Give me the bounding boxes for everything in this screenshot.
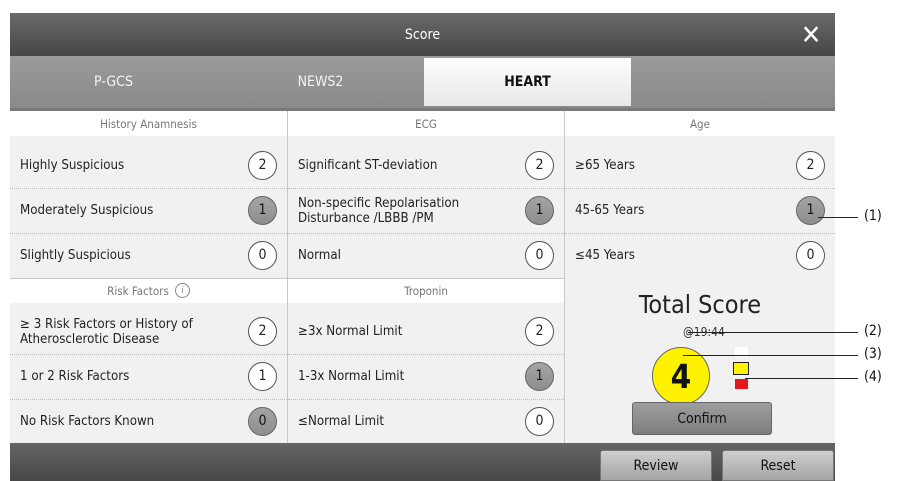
confirm-button[interactable]: Confirm	[632, 402, 772, 435]
tab-heart[interactable]: HEART	[424, 58, 631, 106]
option-label: 45-65 Years	[575, 203, 645, 218]
option-label: No Risk Factors Known	[20, 414, 155, 429]
reset-button[interactable]: Reset	[722, 450, 834, 481]
history-option-moderately[interactable]: Moderately Suspicious 1	[10, 188, 287, 234]
section-risk-title: Risk Factors	[107, 283, 169, 298]
total-score-title: Total Score	[638, 290, 762, 319]
option-label: Normal	[298, 248, 341, 263]
troponin-option-3x[interactable]: ≥3x Normal Limit 2	[288, 309, 564, 355]
callout-label-2: (2)	[864, 323, 882, 339]
score-circle[interactable]: 1	[248, 362, 277, 391]
risk-option-3plus[interactable]: ≥ 3 Risk Factors or History of Atheroscl…	[10, 309, 287, 355]
score-circle[interactable]: 2	[796, 151, 825, 180]
option-label: ≥3x Normal Limit	[298, 324, 403, 339]
tab-p-gcs[interactable]: P-GCS	[10, 58, 217, 106]
score-circle[interactable]: 2	[248, 151, 277, 180]
score-grid: History Anamnesis Highly Suspicious 2 Mo…	[10, 111, 835, 443]
score-circle[interactable]: 0	[525, 241, 554, 270]
ecg-option-st-deviation[interactable]: Significant ST-deviation 2	[288, 143, 564, 189]
score-circle[interactable]: 0	[248, 241, 277, 270]
option-label: 1-3x Normal Limit	[298, 369, 405, 384]
score-circle-selected[interactable]: 0	[248, 407, 277, 436]
score-circle[interactable]: 2	[525, 317, 554, 346]
section-troponin-header: Troponin	[288, 278, 564, 303]
callout-label-1: (1)	[864, 208, 882, 224]
score-circle-selected[interactable]: 1	[525, 362, 554, 391]
option-label: Significant ST-deviation	[298, 158, 438, 173]
total-score-panel: Total Score @19:44 4 Confirm	[565, 278, 835, 443]
age-option-45-65[interactable]: 45-65 Years 1	[565, 188, 835, 234]
info-icon[interactable]: i	[174, 283, 190, 298]
risk-option-none[interactable]: No Risk Factors Known 0	[10, 399, 287, 444]
tab-bar: P-GCS NEWS2 HEART	[10, 56, 835, 108]
option-label: Non-specific Repolarisation Disturbance …	[298, 195, 460, 226]
section-age-header: Age	[565, 111, 835, 136]
score-circle-selected[interactable]: 1	[796, 196, 825, 225]
ecg-option-normal[interactable]: Normal 0	[288, 233, 564, 278]
history-option-slightly[interactable]: Slightly Suspicious 0	[10, 233, 287, 278]
section-ecg-header: ECG	[288, 111, 564, 136]
score-circle[interactable]: 2	[248, 317, 277, 346]
tab-news2[interactable]: NEWS2	[217, 58, 424, 106]
score-circle[interactable]: 2	[525, 151, 554, 180]
age-option-under-45[interactable]: ≤45 Years 0	[565, 233, 835, 278]
option-label: Slightly Suspicious	[20, 248, 131, 263]
option-label: ≥65 Years	[575, 158, 635, 173]
risk-level-moderate	[733, 362, 749, 375]
callout-line	[683, 355, 858, 356]
close-icon[interactable]: ✕	[795, 19, 827, 51]
callout-line	[688, 332, 858, 333]
option-label: ≤45 Years	[575, 248, 635, 263]
section-risk-header: Risk Factors i	[10, 278, 287, 303]
callout-line	[745, 378, 858, 379]
score-circle-selected[interactable]: 1	[248, 196, 277, 225]
option-label: Moderately Suspicious	[20, 203, 154, 218]
row-divider	[10, 278, 565, 279]
score-circle[interactable]: 0	[796, 241, 825, 270]
risk-option-1-2[interactable]: 1 or 2 Risk Factors 1	[10, 354, 287, 400]
option-label: ≥ 3 Risk Factors or History of Atheroscl…	[20, 316, 193, 347]
troponin-option-normal[interactable]: ≤Normal Limit 0	[288, 399, 564, 444]
troponin-option-1-3x[interactable]: 1-3x Normal Limit 1	[288, 354, 564, 400]
score-circle[interactable]: 0	[525, 407, 554, 436]
callout-line	[818, 217, 858, 218]
callout-label-3: (3)	[864, 346, 882, 362]
option-label: ≤Normal Limit	[298, 414, 385, 429]
section-history-header: History Anamnesis	[10, 111, 287, 136]
risk-level-high	[735, 379, 748, 389]
option-label: Highly Suspicious	[20, 158, 125, 173]
callout-label-4: (4)	[864, 369, 882, 385]
ecg-option-repolarisation[interactable]: Non-specific Repolarisation Disturbance …	[288, 188, 564, 234]
option-label: 1 or 2 Risk Factors	[20, 369, 130, 384]
window-title: Score	[404, 26, 441, 43]
review-button[interactable]: Review	[600, 450, 712, 481]
footer-bar: Review Reset	[10, 443, 835, 481]
age-option-65plus[interactable]: ≥65 Years 2	[565, 143, 835, 189]
title-bar: Score ✕	[10, 13, 835, 56]
score-circle-selected[interactable]: 1	[525, 196, 554, 225]
history-option-highly[interactable]: Highly Suspicious 2	[10, 143, 287, 189]
